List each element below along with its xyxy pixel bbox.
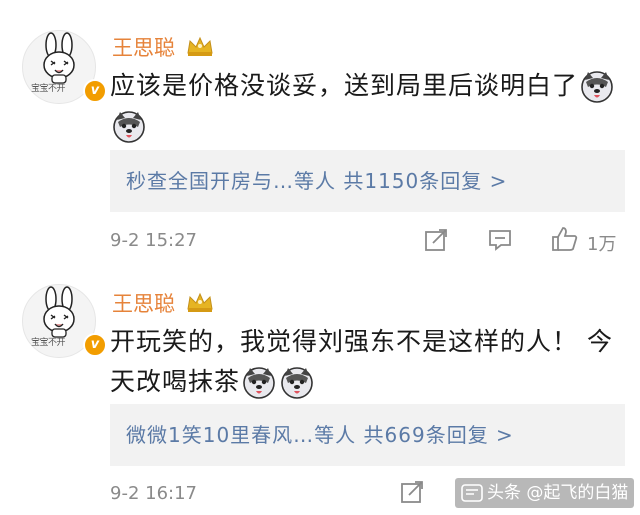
comment-text: 开玩笑的，我觉得刘强东不是这样的人！ 今 天改喝抹茶 xyxy=(110,322,625,402)
watermark-text: 头条 @起飞的白猫 xyxy=(487,483,629,503)
husky-emoji-icon xyxy=(242,366,276,400)
watermark: 头条 @起飞的白猫 xyxy=(455,478,635,508)
username[interactable]: 王思聪 xyxy=(112,288,175,318)
husky-emoji-icon xyxy=(280,366,314,400)
vip-badge-icon: v xyxy=(83,333,107,357)
comment-line: 天改喝抹茶 xyxy=(110,367,241,396)
comment-time: 9-2 15:27 xyxy=(110,230,197,251)
username[interactable]: 王思聪 xyxy=(112,32,175,62)
vip-badge-icon: v xyxy=(83,79,107,103)
avatar-caption: 宝宝不开 xyxy=(31,338,66,348)
avatar-caption: 宝宝不开 xyxy=(31,84,66,94)
share-icon[interactable] xyxy=(400,480,424,504)
toutiao-logo-icon xyxy=(461,484,483,502)
avatar[interactable]: 宝宝不开 v xyxy=(22,284,107,358)
husky-emoji-icon xyxy=(112,110,146,144)
like-count: 1万 xyxy=(587,234,617,255)
comment-text: 应该是价格没谈妥，送到局里后谈明白了 xyxy=(110,66,625,146)
comment-line: 开玩笑的，我觉得刘强东不是这样的人！ 今 xyxy=(110,327,613,356)
share-icon[interactable] xyxy=(424,228,448,252)
comment-line: 应该是价格没谈妥，送到局里后谈明白了 xyxy=(110,71,579,100)
like-icon[interactable] xyxy=(551,226,579,252)
comment-time: 9-2 16:17 xyxy=(110,483,197,504)
husky-emoji-icon xyxy=(580,70,614,104)
reply-summary-link[interactable]: 秒查全国开房与…等人 共1150条回复 > xyxy=(110,150,625,212)
avatar[interactable]: 宝宝不开 v xyxy=(22,30,107,104)
reply-summary-link[interactable]: 微微1笑10里春风…等人 共669条回复 > xyxy=(110,404,625,466)
comment-icon[interactable] xyxy=(488,228,512,252)
crown-icon xyxy=(187,36,213,56)
crown-icon xyxy=(187,292,213,312)
